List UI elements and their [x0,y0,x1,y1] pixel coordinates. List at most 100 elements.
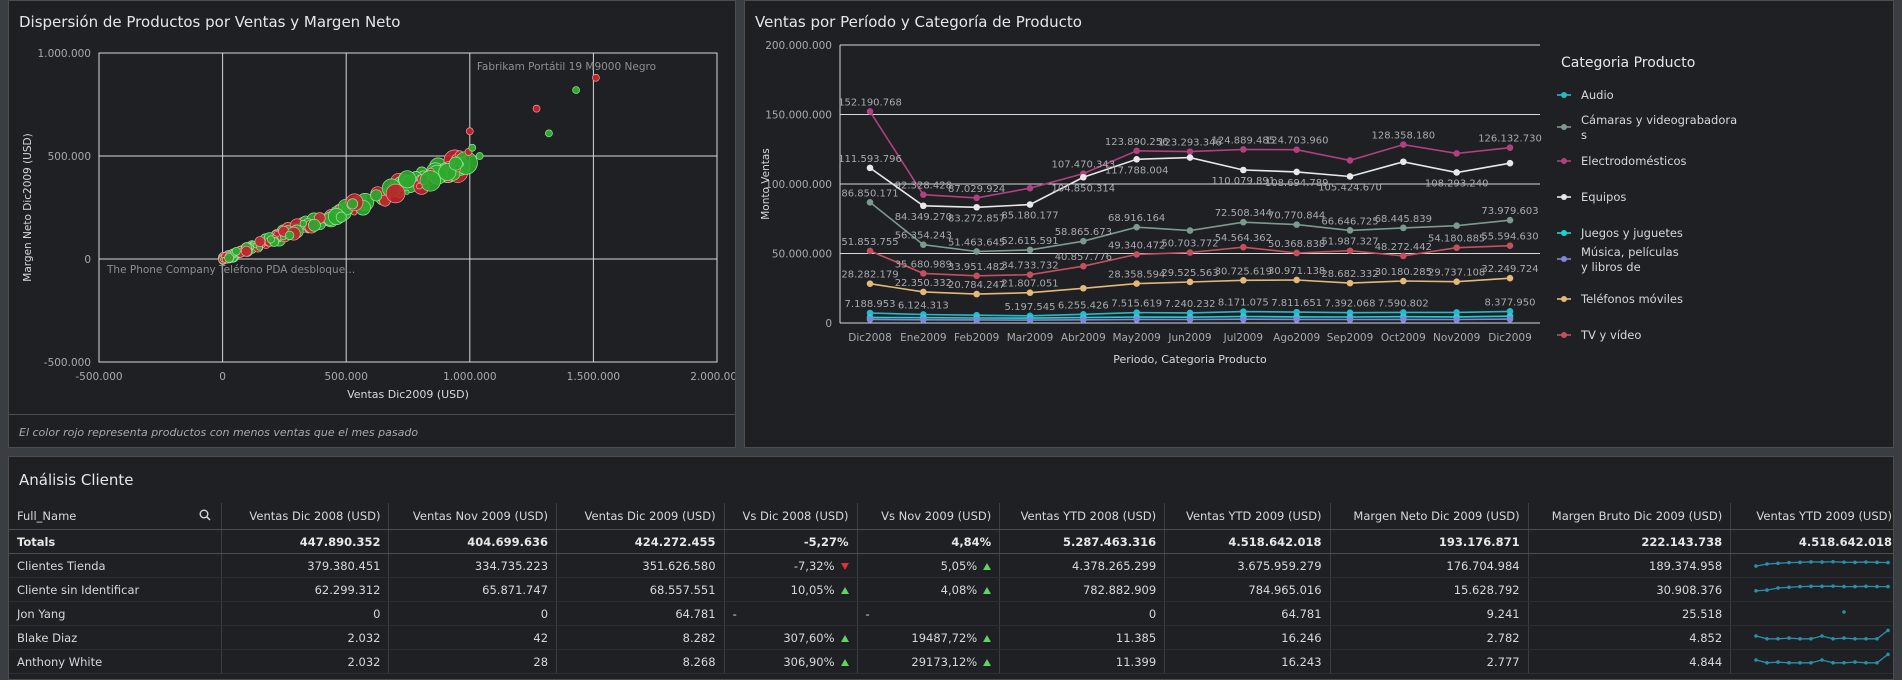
series-point [1506,144,1514,151]
column-header[interactable]: Ventas Nov 2009 (USD) [388,503,558,530]
column-header[interactable]: Ventas YTD 2009 (USD) [1164,503,1331,530]
x-tick-label: Nov2009 [1433,332,1480,344]
totals-row: Totals 447.890.352 404.699.636 424.272.455-… [9,529,1893,554]
table-cell: 8.282 [556,625,725,650]
table-cell: 15.628.792 [1330,577,1529,602]
cell-value: 9.241 [1486,606,1520,621]
table-cell: 29173,12% [857,649,1001,674]
column-header-label: Ventas YTD 2008 (USD) [1020,509,1157,523]
sparkline-cell [1730,625,1893,650]
series-point [1080,173,1087,181]
data-label: 30.725.619 [1215,266,1272,277]
data-label: 50.368.838 [1268,239,1325,250]
table-row[interactable]: Jon Yang 0 0 64.781 - - 0 64.781 9.241 25.518 [9,601,1893,626]
legend-swatch-dot [1561,92,1567,98]
scatter-point [475,152,484,160]
series-point [1346,279,1354,287]
sparkline [1754,628,1890,641]
series-point [920,270,927,277]
series-point [1400,252,1407,260]
customer-table: Full_Name Ventas Dic 2008 (USD) Ventas Nov… [9,503,1893,674]
series-point [1186,316,1194,323]
scatter-point [254,236,266,247]
column-header-label: Ventas YTD 2009 (USD) [1185,509,1322,523]
arrow-up-icon [840,658,849,666]
column-header[interactable]: Ventas Dic 2009 (USD) [556,503,725,530]
data-label: 29.737.108 [1428,268,1485,279]
table-cell: Anthony White [9,649,222,674]
table-cell: 2.032 [221,649,390,674]
table-row[interactable]: Clientes Tienda 379.380.451 334.735.223 351… [9,553,1893,578]
cell-value: 65.871.747 [482,582,549,597]
data-label: 6.255.426 [1058,300,1109,311]
x-tick-label: -500.000 [75,371,122,383]
scatter-point [299,219,307,228]
arrow-up-icon [983,562,992,570]
table-title: Análisis Cliente [19,471,134,489]
column-header-label: Ventas Dic 2008 (USD) [249,509,381,523]
series-point [1400,158,1407,166]
series-point [1240,146,1247,153]
series-point [866,247,874,255]
totals-cell: 4,84% [857,529,1001,554]
cell-value: 15.628.792 [1453,582,1520,597]
series-point [1240,243,1247,251]
series-point [920,191,927,198]
scatter-point [419,170,441,192]
series-point [866,198,874,206]
table-row[interactable]: Cliente sin Identificar 62.299.312 65.871.… [9,577,1893,602]
table-row[interactable]: Blake Diaz 2.032 42 8.282 307,60% 19487,72% 11… [9,625,1893,650]
column-header[interactable]: Ventas YTD 2008 (USD) [999,503,1166,530]
y-tick-label: 500.000 [48,151,91,163]
column-header[interactable]: Vs Nov 2009 (USD) [857,503,1001,530]
series-point [1293,316,1300,323]
data-label: 128.358.180 [1372,131,1436,142]
cell-value: 16.243 [1281,654,1322,669]
x-tick-label: Mar2009 [1007,332,1054,344]
data-label: 30.180.285 [1375,267,1432,278]
scatter-point [370,189,383,202]
series-point [1346,173,1354,180]
column-header[interactable]: Margen Neto Dic 2009 (USD) [1330,503,1529,530]
cell-value: 11.399 [1115,654,1157,669]
scatter-point [346,198,359,210]
legend-label: Electrodomésticos [1581,154,1687,168]
scatter-point [266,235,275,244]
scatter-point [404,189,410,195]
column-header[interactable]: Ventas Dic 2008 (USD) [221,503,390,530]
line-panel: Ventas por Período y Categoría de Produc… [744,0,1894,448]
series-point [1453,316,1460,323]
plot-frame [98,52,718,363]
series-point [1293,249,1300,257]
cell-value: 2.782 [1486,630,1520,645]
legend-label-line: Música, películas [1581,245,1679,259]
table-cell: 2.032 [221,625,390,650]
table-cell: 28 [388,649,558,674]
column-header[interactable]: Ventas YTD 2009 (USD) [1730,503,1893,530]
data-label: 55.594.630 [1481,232,1538,243]
cell-value: 11.385 [1115,630,1157,645]
series-point [920,241,927,248]
legend-label: Audio [1581,88,1614,102]
column-header[interactable]: Vs Dic 2008 (USD) [724,503,858,530]
totals-cell: 4.518.642.018 [1730,529,1893,554]
line-title: Ventas por Período y Categoría de Produc… [755,13,1082,31]
search-icon[interactable] [199,509,211,524]
series-point [1506,216,1514,224]
data-label: 30.971.138 [1268,266,1325,277]
cell-value: 176.704.984 [1446,558,1520,573]
series-point [1400,277,1407,285]
cell-value: 0 [373,606,381,621]
scatter-chart[interactable]: -500.000 0 500.000 1.000.000 1.500.000 2.000.… [9,37,735,437]
line-chart[interactable]: 200.000.000 150.000.000 100.000.000 50.000.… [745,37,1893,447]
series-point [1026,271,1034,279]
series-point [1293,221,1300,228]
table-cell: 351.626.580 [556,553,725,578]
series-point [1133,280,1140,287]
table-cell: 4.852 [1528,625,1732,650]
series-point [1133,155,1140,163]
table-cell: 4,08% [857,577,1001,602]
table-row[interactable]: Anthony White 2.032 28 8.268 306,90% 29173,12… [9,649,1893,674]
column-header[interactable]: Full_Name [9,503,222,530]
column-header[interactable]: Margen Bruto Dic 2009 (USD) [1528,503,1732,530]
